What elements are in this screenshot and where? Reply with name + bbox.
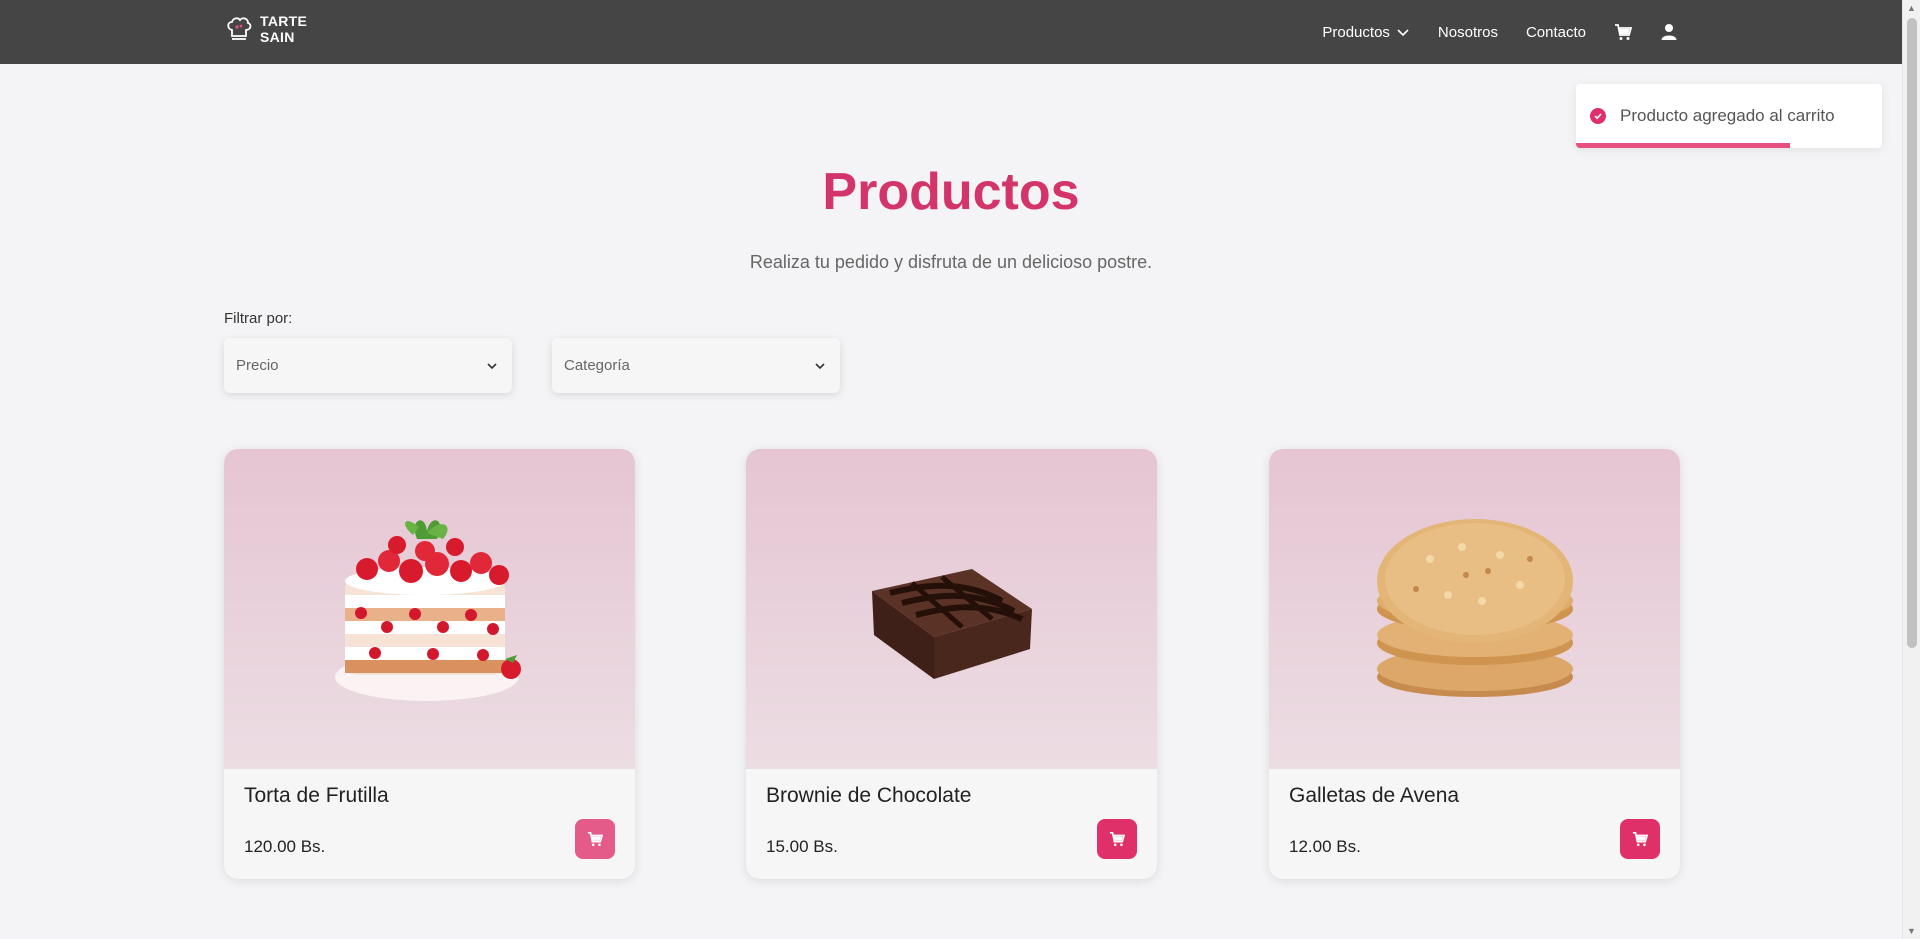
logo-line-2: SAIN: [260, 29, 295, 45]
product-image-strawberry-cake[interactable]: [224, 449, 635, 769]
product-price: 12.00 Bs.: [1289, 837, 1361, 856]
scrollbar[interactable]: ▲ ▼: [1902, 0, 1920, 939]
category-select[interactable]: Categoría: [552, 338, 840, 393]
cart-icon: [1109, 831, 1125, 847]
toast-message: Producto agregado al carrito: [1620, 106, 1835, 125]
add-to-cart-button[interactable]: [575, 819, 615, 859]
product-name: Torta de Frutilla: [244, 784, 389, 807]
nav-productos[interactable]: Productos: [1322, 24, 1410, 41]
product-card[interactable]: Brownie de Chocolate 15.00 Bs.: [746, 449, 1157, 879]
category-select-value: Categoría: [564, 357, 630, 374]
add-to-cart-button[interactable]: [1620, 819, 1660, 859]
chef-hat-icon: [227, 17, 252, 40]
nav-contacto[interactable]: Contacto: [1526, 24, 1586, 41]
add-to-cart-button[interactable]: [1097, 819, 1137, 859]
toast-progress-bar: [1576, 143, 1791, 148]
price-select[interactable]: Precio: [224, 338, 512, 393]
chevron-down-icon: [815, 362, 825, 369]
scroll-down-icon[interactable]: ▼: [1907, 926, 1916, 936]
scroll-thumb[interactable]: [1907, 18, 1917, 648]
product-price: 120.00 Bs.: [244, 837, 326, 856]
product-name: Brownie de Chocolate: [766, 784, 972, 807]
navbar: TARTE SAIN Productos Nosotros Contacto: [0, 0, 1902, 64]
product-card[interactable]: Galletas de Avena 12.00 Bs.: [1269, 449, 1680, 879]
logo-line-1: TARTE: [260, 13, 308, 29]
nav-productos-label: Productos: [1322, 23, 1390, 41]
toast-notification[interactable]: Producto agregado al carrito: [1576, 84, 1882, 148]
chevron-down-icon: [487, 362, 497, 369]
cart-icon: [587, 831, 603, 847]
page-subtitle: Realiza tu pedido y disfruta de un delic…: [749, 252, 1153, 272]
product-image-brownie[interactable]: [746, 449, 1157, 769]
chevron-down-icon: [1397, 29, 1409, 37]
logo[interactable]: TARTE SAIN: [224, 13, 307, 45]
page-title: Productos: [822, 163, 1080, 221]
user-icon[interactable]: [1660, 23, 1678, 41]
scroll-up-icon[interactable]: ▲: [1907, 3, 1916, 13]
product-name: Galletas de Avena: [1289, 784, 1460, 807]
cart-icon: [1632, 831, 1648, 847]
product-image-oat-cookies[interactable]: [1269, 449, 1680, 769]
price-select-value: Precio: [236, 357, 279, 374]
product-price: 15.00 Bs.: [766, 837, 838, 856]
check-circle-icon: [1590, 108, 1606, 124]
nav-nosotros[interactable]: Nosotros: [1438, 24, 1498, 41]
product-card[interactable]: Torta de Frutilla 120.00 Bs.: [224, 449, 635, 879]
cart-icon[interactable]: [1614, 23, 1632, 41]
filter-label: Filtrar por:: [224, 310, 293, 327]
